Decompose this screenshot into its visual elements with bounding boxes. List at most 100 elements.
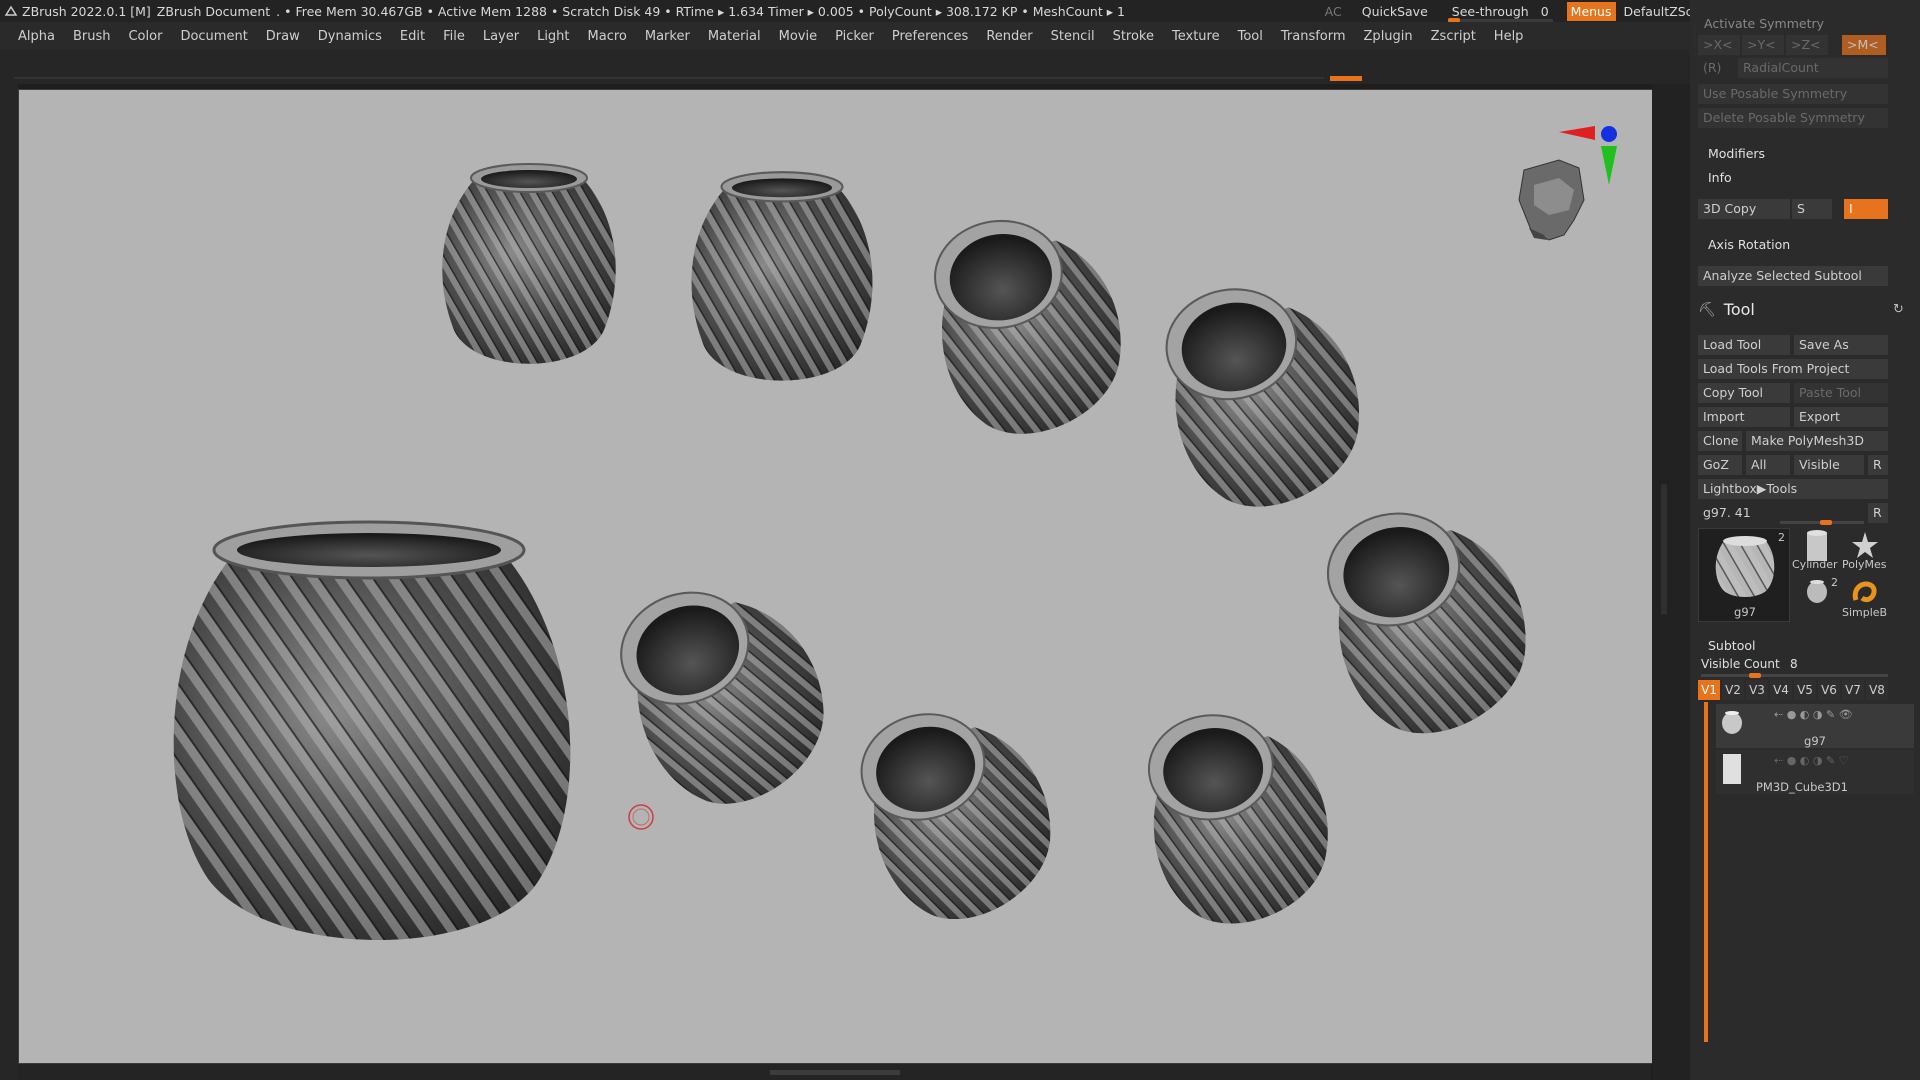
menu-stroke[interactable]: Stroke [1113,29,1154,44]
3d-copy-i-field[interactable]: I [1844,199,1888,219]
menu-preferences[interactable]: Preferences [892,29,968,44]
analyze-subtool-button[interactable]: Analyze Selected Subtool [1698,266,1888,286]
sym-z-button[interactable]: >Z< [1786,35,1828,55]
subtool-header[interactable]: Subtool [1708,638,1755,653]
paste-tool-button[interactable]: Paste Tool [1794,383,1888,403]
tab-v2[interactable]: V2 [1722,680,1744,700]
3d-copy-button[interactable]: 3D Copy [1698,199,1790,219]
save-as-button[interactable]: Save As [1794,335,1888,355]
vase-model[interactable] [1314,489,1545,750]
lightbox-tools-button[interactable]: Lightbox▶Tools [1698,479,1888,499]
use-posable-symmetry-button[interactable]: Use Posable Symmetry [1698,84,1888,104]
tab-v8[interactable]: V8 [1866,680,1888,700]
right-tray-grip[interactable] [1661,484,1667,614]
ac-indicator[interactable]: AC [1325,4,1342,19]
menu-marker[interactable]: Marker [645,29,690,44]
goz-button[interactable]: GoZ [1698,455,1742,475]
menu-help[interactable]: Help [1494,29,1524,44]
polymesh-thumbnail[interactable]: PolyMes [1842,528,1888,574]
delete-posable-symmetry-button[interactable]: Delete Posable Symmetry [1698,108,1888,128]
menu-stencil[interactable]: Stencil [1051,29,1095,44]
menu-edit[interactable]: Edit [400,29,425,44]
x-axis-icon[interactable] [1559,126,1595,140]
tab-v5[interactable]: V5 [1794,680,1816,700]
goz-all-button[interactable]: All [1746,455,1790,475]
visible-count-slider[interactable] [1701,673,1888,678]
quicksave-button[interactable]: QuickSave [1362,4,1428,19]
info-header[interactable]: Info [1708,170,1732,185]
menu-dynamics[interactable]: Dynamics [318,29,382,44]
tab-v1[interactable]: V1 [1698,680,1720,700]
subtool-visibility-icons[interactable]: ⇠ ● ◐ ◑ ✎ ♡ [1774,754,1849,767]
menu-zscript[interactable]: Zscript [1431,29,1476,44]
goz-r-button[interactable]: R [1868,455,1888,475]
load-tools-from-project-button[interactable]: Load Tools From Project [1698,359,1888,379]
menus-toggle-button[interactable]: Menus [1566,1,1616,21]
bottom-tray-handle[interactable] [770,1070,900,1075]
menu-brush[interactable]: Brush [73,29,111,44]
tool-slider-knob[interactable] [1820,520,1832,525]
make-polymesh3d-button[interactable]: Make PolyMesh3D [1746,431,1888,451]
subtool-row[interactable]: ⇠ ● ◐ ◑ ✎ ♡ PM3D_Cube3D1 [1716,750,1914,794]
vase-model[interactable] [1155,269,1376,521]
menu-movie[interactable]: Movie [779,29,817,44]
modifiers-header[interactable]: Modifiers [1708,146,1765,161]
vase-model[interactable] [847,687,1072,938]
tab-v7[interactable]: V7 [1842,680,1864,700]
menu-material[interactable]: Material [708,29,761,44]
sym-m-button[interactable]: >M< [1842,35,1886,55]
clone-button[interactable]: Clone [1698,431,1742,451]
menu-light[interactable]: Light [537,29,569,44]
vase-model[interactable] [925,204,1134,445]
menu-file[interactable]: File [443,29,465,44]
sym-x-button[interactable]: >X< [1698,35,1740,55]
vase-model[interactable] [690,171,874,382]
menu-zplugin[interactable]: Zplugin [1364,29,1413,44]
y-axis-icon[interactable] [1601,146,1617,185]
subtool-scrollbar[interactable] [1704,702,1708,1042]
menu-alpha[interactable]: Alpha [18,29,55,44]
tab-v6[interactable]: V6 [1818,680,1840,700]
menu-texture[interactable]: Texture [1172,29,1220,44]
vase-model[interactable] [602,556,851,827]
radial-count-slider[interactable]: RadialCount [1738,58,1888,78]
export-button[interactable]: Export [1794,407,1888,427]
cylinder-thumbnail[interactable]: Cylinder [1792,528,1840,574]
left-tray[interactable] [0,84,18,1080]
canvas-viewport[interactable] [18,89,1653,1064]
menu-draw[interactable]: Draw [266,29,300,44]
z-axis-icon[interactable] [1601,126,1617,142]
small-vase-thumbnail[interactable]: 2 [1794,576,1840,622]
copy-tool-button[interactable]: Copy Tool [1698,383,1790,403]
vase-model[interactable] [1141,703,1338,933]
subtool-row[interactable]: ⇠ ● ◐ ◑ ✎ 👁 g97 [1716,704,1914,748]
tool-panel-title[interactable]: ⛏ Tool [1698,300,1755,319]
tool-thumbnail-main[interactable]: 2 g97 [1698,528,1790,622]
menu-macro[interactable]: Macro [588,29,627,44]
menu-render[interactable]: Render [986,29,1032,44]
tool-slider[interactable] [1780,520,1864,525]
sym-y-button[interactable]: >Y< [1742,35,1784,55]
menu-picker[interactable]: Picker [835,29,874,44]
menu-color[interactable]: Color [128,29,162,44]
menu-document[interactable]: Document [180,29,247,44]
tool-r-button[interactable]: R [1868,503,1888,523]
navigation-gizmo[interactable] [1518,126,1617,241]
vase-model[interactable] [441,163,617,365]
current-tool-name[interactable]: g97. 41 [1698,503,1864,523]
visible-count-knob[interactable] [1749,673,1761,678]
refresh-icon[interactable]: ↻ [1893,302,1904,317]
activate-symmetry-label[interactable]: Activate Symmetry [1704,16,1824,31]
subtool-visibility-icons[interactable]: ⇠ ● ◐ ◑ ✎ 👁 [1774,708,1853,721]
simplebrush-thumbnail[interactable]: SimpleB [1842,576,1888,622]
tab-v3[interactable]: V3 [1746,680,1768,700]
see-through-slider[interactable]: See-through 0 [1447,4,1553,23]
menu-transform[interactable]: Transform [1281,29,1346,44]
menu-tool[interactable]: Tool [1238,29,1263,44]
import-button[interactable]: Import [1698,407,1790,427]
axis-rotation-header[interactable]: Axis Rotation [1708,237,1790,252]
3d-copy-s-button[interactable]: S [1792,199,1832,219]
goz-visible-button[interactable]: Visible [1794,455,1864,475]
large-vase-model[interactable] [173,520,571,940]
load-tool-button[interactable]: Load Tool [1698,335,1790,355]
